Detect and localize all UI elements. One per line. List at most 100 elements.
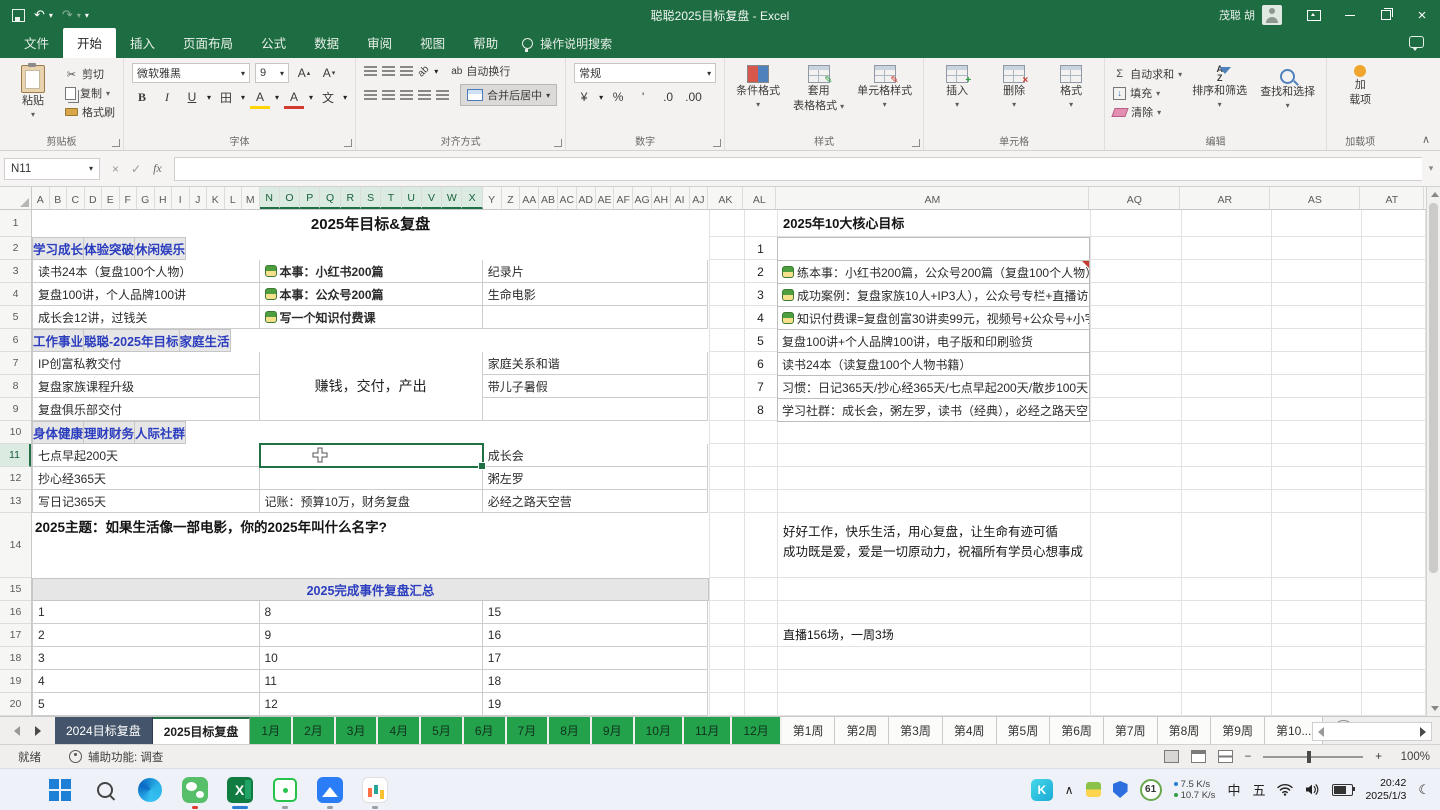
speed-ball-icon[interactable]: 61	[1140, 779, 1162, 801]
paste-button[interactable]: 粘贴▾	[8, 63, 58, 121]
sheet-tab[interactable]: 第3周	[889, 717, 943, 744]
goal-item-cell[interactable]: 复盘100讲+个人品牌100讲，电子版和印刷验货	[778, 330, 1089, 353]
sheet-tab[interactable]: 第5周	[997, 717, 1051, 744]
moon-icon[interactable]: ☾	[1418, 782, 1430, 798]
increase-decimal-icon[interactable]: .0	[658, 88, 678, 106]
undo-icon[interactable]: ↶	[34, 7, 45, 23]
conditional-formatting-button[interactable]: 条件格式▾	[733, 63, 783, 111]
sheet-tab[interactable]: 8月	[549, 717, 592, 744]
increase-indent-icon[interactable]	[436, 90, 449, 100]
align-left-icon[interactable]	[364, 90, 377, 100]
column-header[interactable]: H	[155, 187, 173, 209]
sheet-cell[interactable]: 必经之路天空营	[483, 490, 709, 513]
sheet-title-cell[interactable]: 2025年目标&复盘	[32, 210, 709, 237]
vertical-scroll-thumb[interactable]	[1429, 203, 1438, 573]
row-header[interactable]: 7	[0, 352, 31, 375]
sheet-cell[interactable]: 成长会12讲，过钱关	[32, 306, 260, 329]
formula-input[interactable]	[174, 157, 1422, 181]
column-header[interactable]: A	[32, 187, 50, 209]
menu-tab[interactable]: 文件	[10, 28, 63, 58]
sheet-tab[interactable]: 第4周	[943, 717, 997, 744]
row-header[interactable]: 19	[0, 670, 31, 693]
row-header[interactable]: 17	[0, 624, 31, 647]
select-all-corner[interactable]	[0, 187, 32, 209]
align-middle-icon[interactable]	[382, 66, 395, 76]
dialog-launcher-icon[interactable]	[344, 139, 352, 147]
category-header-cell[interactable]: 聪聪-2025年目标	[84, 329, 179, 352]
autosum-button[interactable]: Σ自动求和▾	[1113, 66, 1182, 82]
horizontal-scrollbar[interactable]	[1312, 722, 1432, 741]
clear-button[interactable]: 清除▾	[1113, 104, 1182, 120]
normal-view-button[interactable]	[1164, 750, 1179, 763]
comment-icon[interactable]	[1409, 36, 1424, 48]
sheet-cell[interactable]: 成长会	[483, 444, 709, 467]
minimize-button[interactable]	[1332, 0, 1368, 30]
decrease-font-icon[interactable]: A▾	[319, 64, 339, 82]
increase-font-icon[interactable]: A▴	[294, 64, 314, 82]
menu-tab[interactable]: 审阅	[353, 28, 406, 58]
sheet-tab[interactable]: 第9周	[1211, 717, 1265, 744]
column-header[interactable]: AH	[652, 187, 671, 209]
dialog-launcher-icon[interactable]	[912, 139, 920, 147]
goal-number-cell[interactable]: 8	[744, 398, 777, 421]
column-header[interactable]: AC	[558, 187, 577, 209]
row-header[interactable]: 10	[0, 421, 31, 444]
column-header[interactable]: M	[242, 187, 260, 209]
font-color-button[interactable]: A	[284, 88, 304, 106]
excel-button[interactable]: X	[226, 776, 253, 803]
borders-button[interactable]: 田	[216, 88, 236, 106]
accessibility-status[interactable]: 辅助功能: 调查	[69, 749, 163, 765]
row-header[interactable]: 8	[0, 375, 31, 398]
ime-indicator[interactable]: 中	[1227, 780, 1240, 799]
sheet-cell[interactable]: 记账：预算10万，财务复盘	[260, 490, 483, 513]
screen-recorder-button[interactable]	[271, 776, 298, 803]
goal-number-cell[interactable]: 7	[744, 375, 777, 398]
formula-bar-expand-icon[interactable]: ▾	[1422, 163, 1440, 174]
menu-tab[interactable]: 页面布局	[169, 28, 247, 58]
summary-table-row[interactable]: 1815	[32, 601, 709, 624]
zoom-slider[interactable]	[1263, 756, 1363, 758]
summary-header-cell[interactable]: 2025完成事件复盘汇总	[32, 578, 709, 601]
column-header[interactable]: AF	[614, 187, 633, 209]
sheet-cell[interactable]: 抄心经365天	[32, 467, 260, 490]
align-top-icon[interactable]	[364, 66, 377, 76]
close-button[interactable]: ×	[1404, 0, 1440, 30]
wrap-text-button[interactable]: ab自动换行	[451, 63, 510, 79]
copy-button[interactable]: 复制▾	[65, 85, 115, 101]
column-header[interactable]: AM	[776, 187, 1089, 209]
column-header[interactable]: B	[50, 187, 68, 209]
avatar[interactable]	[1262, 5, 1282, 25]
column-header[interactable]: AT	[1360, 187, 1424, 209]
undo-dropdown-icon[interactable]: ▾	[49, 11, 53, 20]
sheet-cell[interactable]: 粥左罗	[483, 467, 709, 490]
orientation-icon[interactable]: ab	[416, 63, 432, 79]
sheet-tab[interactable]: 第1周	[782, 717, 836, 744]
comma-format-icon[interactable]: '	[633, 88, 653, 106]
column-header[interactable]: L	[225, 187, 243, 209]
bold-button[interactable]: B	[132, 88, 152, 106]
row-header[interactable]: 20	[0, 693, 31, 716]
account-name[interactable]: 茂聪 胡	[1219, 7, 1255, 23]
column-header[interactable]: R	[341, 187, 361, 209]
cell-styles-button[interactable]: ✎ 单元格样式▾	[854, 63, 915, 111]
save-icon[interactable]	[12, 9, 25, 22]
sheet-tab[interactable]: 2025目标复盘	[153, 717, 251, 744]
row-header[interactable]: 15	[0, 578, 31, 601]
sheet-tab[interactable]: 5月	[421, 717, 464, 744]
sheet-canvas[interactable]: 2025年目标&复盘 学习成长体验突破休闲娱乐 读书24本（复盘100个人物）复…	[32, 210, 1426, 716]
find-select-button[interactable]: 查找和选择▾	[1257, 63, 1318, 112]
merge-center-button[interactable]: 合并后居中▾	[460, 84, 557, 106]
row-header[interactable]: 1	[0, 210, 31, 237]
phonetic-guide-button[interactable]: 文	[318, 88, 338, 106]
column-header[interactable]: AG	[633, 187, 652, 209]
column-header[interactable]: N	[260, 187, 280, 209]
sheet-cell[interactable]: 七点早起200天	[32, 444, 260, 467]
sheet-tab[interactable]: 第7周	[1104, 717, 1158, 744]
column-header[interactable]: G	[137, 187, 155, 209]
tell-me-search[interactable]: 操作说明搜索	[522, 35, 612, 58]
volume-icon[interactable]	[1305, 783, 1320, 796]
column-header[interactable]: AD	[577, 187, 596, 209]
menu-tab[interactable]: 数据	[300, 28, 353, 58]
column-header[interactable]: AL	[743, 187, 776, 209]
wifi-icon[interactable]	[1277, 783, 1293, 796]
